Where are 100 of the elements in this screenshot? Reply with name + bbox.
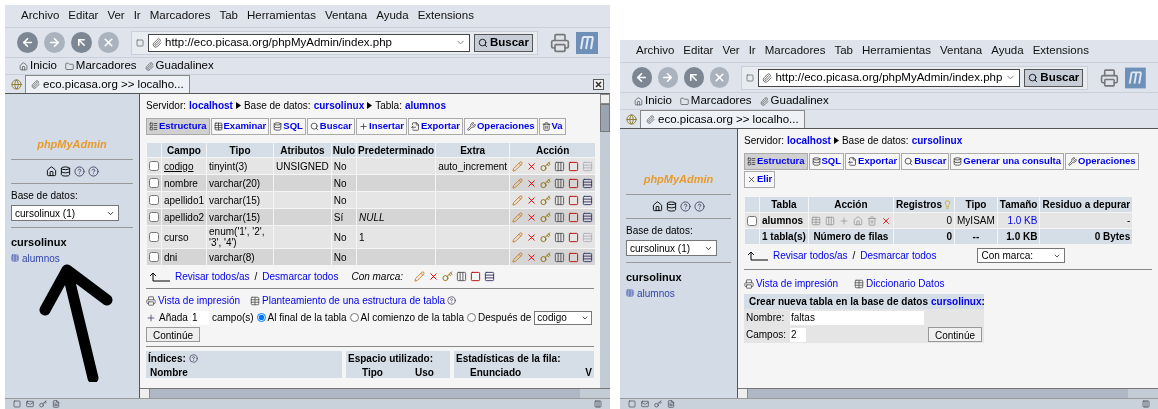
menu-item[interactable]: Ventana [936, 42, 987, 60]
search-button[interactable]: Buscar [1024, 68, 1084, 87]
continue-button[interactable]: Continúe [927, 327, 982, 342]
menu-item[interactable]: Archivo [632, 42, 679, 60]
breadcrumb-link[interactable]: alumnos [404, 98, 447, 113]
nav-tab[interactable]: Operaciones [1065, 153, 1139, 170]
column-header: V [585, 366, 592, 378]
bookmark-link[interactable]: Guadalinex [759, 92, 833, 110]
nav-tab[interactable]: Insertar [356, 118, 407, 135]
url-field[interactable]: http://eco.picasa.org/phpMyAdmin/index.php [148, 33, 470, 52]
breadcrumb-link[interactable]: localhost [189, 98, 233, 113]
table-cell: No [333, 251, 347, 263]
table-cell-text: varchar(20) [209, 177, 262, 189]
breadcrumb-link[interactable]: localhost [787, 133, 831, 148]
menu-item[interactable]: Ver [718, 42, 744, 60]
nav-tab[interactable]: SQL [808, 153, 845, 170]
table-link[interactable]: alumnos [11, 250, 60, 266]
breadcrumb-link[interactable]: cursolinux [313, 98, 365, 113]
column-header: Tabla [770, 198, 798, 212]
menu-item[interactable]: Marcadores [145, 7, 215, 25]
print-view-link[interactable]: Vista de impresión [146, 293, 241, 308]
menu-item[interactable]: Tab [830, 42, 857, 60]
nav-tab[interactable]: Exportar [845, 153, 901, 170]
nav-tab[interactable]: Estructura [146, 118, 210, 135]
breadcrumb-label: Base de datos: [243, 99, 311, 113]
section-heading: Crear nueva tabla en la base de datos [749, 295, 928, 309]
table-cell: 1 [359, 231, 365, 243]
bookmark-link[interactable]: Inicio [634, 92, 676, 110]
section-heading: Índices: [146, 351, 342, 365]
breadcrumb-label: Servidor: [146, 99, 186, 113]
browser-tab[interactable]: eco.picasa.org >> localho... [25, 75, 190, 93]
column-header: Residuo a depurar [1041, 198, 1132, 212]
menu-item[interactable]: Editar [64, 7, 103, 25]
table-cell: dni [164, 251, 178, 263]
database-link[interactable]: cursolinux [930, 294, 982, 309]
table-cell-text: varchar(15) [209, 211, 262, 223]
table-cell: - [1126, 215, 1131, 226]
menu-item[interactable]: Ventana [321, 7, 372, 25]
menu-item[interactable]: Tab [215, 7, 242, 25]
menu-item[interactable]: Extensions [1028, 42, 1093, 60]
table-cell: No [333, 231, 347, 243]
menu-item[interactable]: Ir [129, 7, 145, 25]
table-cell: auto_increment [438, 160, 508, 172]
size-link[interactable]: 1.0 KB [1007, 215, 1038, 226]
after-field-select[interactable]: codigo [534, 310, 593, 325]
url-field[interactable]: http://eco.picasa.org/phpMyAdmin/index.php [758, 68, 1021, 87]
menu-item[interactable]: Archivo [17, 7, 64, 25]
menu-item[interactable]: Editar [679, 42, 718, 60]
browser-tab[interactable]: eco.picasa.org >> localho... [640, 110, 805, 128]
name-field[interactable]: faltas [790, 310, 924, 325]
table-cell: Número de filas [813, 231, 889, 242]
breadcrumb-link[interactable]: cursolinux [911, 133, 963, 148]
column-header: Extra [459, 143, 487, 157]
nav-tab[interactable]: Operaciones [464, 118, 538, 135]
print-view-link[interactable]: Vista de impresión [744, 276, 839, 291]
nav-tab[interactable]: Generar una consulta [950, 153, 1064, 170]
table-cell: UNSIGNED [276, 160, 329, 172]
database-select[interactable]: cursolinux (1) [11, 205, 119, 221]
nav-tab[interactable]: Elir [744, 171, 776, 188]
table-plan-link[interactable]: Planteamiento de una estructura de tabla [250, 293, 456, 308]
database-select[interactable]: cursolinux (1) [626, 240, 717, 256]
menu-item[interactable]: Ver [103, 7, 129, 25]
with-selected-select[interactable]: Con marca: [977, 248, 1066, 263]
search-button[interactable]: Buscar [474, 33, 533, 52]
select-all-link[interactable]: Revisar todos/as [175, 269, 250, 284]
nav-tab[interactable]: Examinar [210, 118, 270, 135]
deselect-all-link[interactable]: Desmarcar todos [860, 248, 937, 263]
deselect-all-link[interactable]: Desmarcar todos [262, 269, 339, 284]
database-name: cursolinux [626, 270, 683, 285]
radio-label: Al final de la tabla [267, 311, 347, 325]
menu-item[interactable]: Ayuda [987, 42, 1028, 60]
count-field[interactable]: 1 [190, 310, 209, 325]
continue-button[interactable]: Continúe [146, 327, 201, 342]
table-cell: Sí [333, 211, 344, 223]
separator-text: / [852, 249, 856, 263]
table-cell: 0 [946, 231, 953, 242]
bookmark-link[interactable]: Inicio [19, 57, 61, 75]
menu-item[interactable]: Extensions [413, 7, 478, 25]
bookmark-link[interactable]: Marcadores [679, 92, 756, 110]
menu-item[interactable]: Marcadores [760, 42, 830, 60]
bookmark-link[interactable]: Marcadores [64, 57, 141, 75]
table-cell-text: tinyint(3) [209, 160, 249, 172]
menu-item[interactable]: Ayuda [372, 7, 413, 25]
nav-tab[interactable]: SQL [270, 118, 306, 135]
data-dictionary-link[interactable]: Diccionario Datos [854, 276, 945, 291]
bookmark-link[interactable]: Guadalinex [144, 57, 218, 75]
fields-field[interactable]: 2 [790, 327, 806, 342]
select-all-link[interactable]: Revisar todos/as [773, 248, 848, 263]
nav-tab[interactable]: Buscar [901, 153, 950, 170]
breadcrumb-label: Tabla: [375, 99, 402, 113]
menu-item[interactable]: Ir [744, 42, 760, 60]
table-cell: No [333, 177, 347, 189]
nav-tab[interactable]: Estructura [744, 153, 808, 170]
menu-item[interactable]: Herramientas [242, 7, 320, 25]
table-link[interactable]: alumnos [626, 285, 675, 301]
section-heading: Estadísticas de la fila: [455, 352, 562, 365]
nav-tab[interactable]: Va [538, 118, 566, 135]
menu-item[interactable]: Herramientas [857, 42, 935, 60]
nav-tab[interactable]: Exportar [407, 118, 463, 135]
nav-tab[interactable]: Buscar [306, 118, 356, 135]
